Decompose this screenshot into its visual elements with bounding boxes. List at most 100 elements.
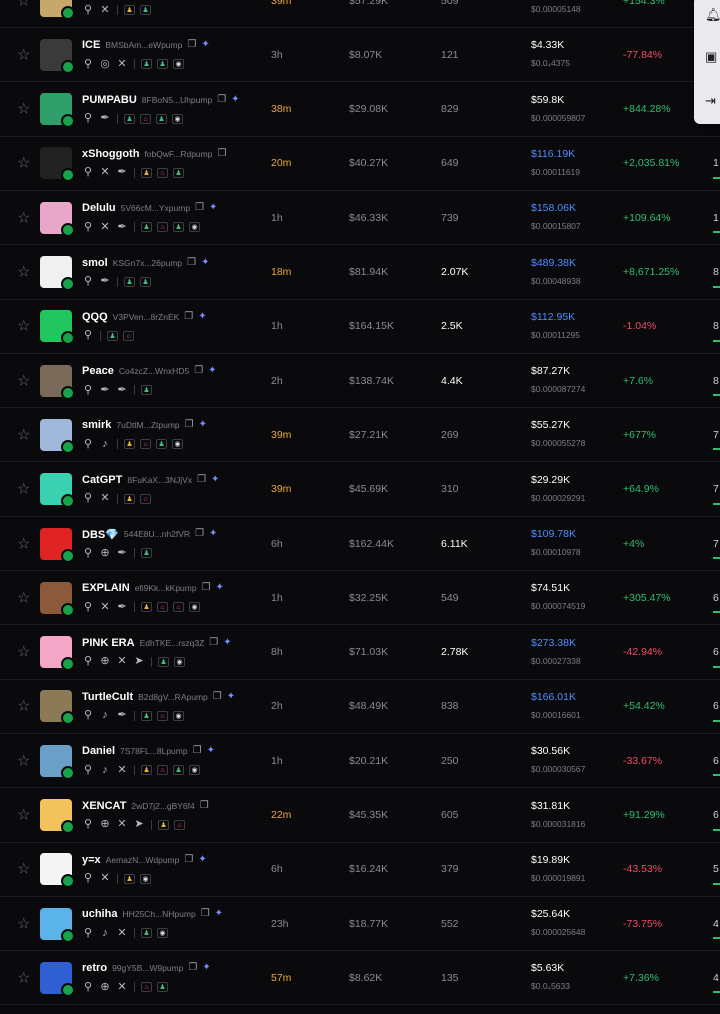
holder-stat-icon[interactable]: ♟ <box>141 548 152 558</box>
dev-holding-icon[interactable]: ♟ <box>124 493 135 504</box>
sparkle-icon[interactable]: ✦ <box>231 94 239 105</box>
bundle-icon[interactable]: ◉ <box>189 765 200 776</box>
dev-holding-icon[interactable]: ♟ <box>124 873 135 884</box>
sparkle-icon[interactable]: ✦ <box>215 909 223 919</box>
copy-address-icon[interactable]: ❐ <box>184 854 193 865</box>
favorite-star-icon[interactable]: ☆ <box>17 916 30 931</box>
feather-icon[interactable]: ✒ <box>99 276 111 287</box>
holder-stat-icon[interactable]: ♟ <box>141 710 152 721</box>
logout-icon[interactable]: ⇥ <box>705 94 716 107</box>
token-name[interactable]: QQQ <box>82 311 108 323</box>
feather-icon[interactable]: ✒ <box>99 113 111 124</box>
token-name[interactable]: Daniel <box>82 745 115 757</box>
x-logo-icon[interactable]: ✕ <box>99 4 111 16</box>
search-icon[interactable]: ⚲ <box>82 58 94 70</box>
telegram-icon[interactable]: ➤ <box>133 819 145 830</box>
snipers-icon[interactable]: ⌂ <box>140 113 151 124</box>
x-logo-icon[interactable]: ✕ <box>99 221 111 233</box>
favorite-star-icon[interactable]: ☆ <box>17 47 30 62</box>
snipers-icon[interactable]: ⌂ <box>140 439 151 450</box>
holder-stat-icon[interactable]: ♟ <box>158 656 169 667</box>
x-logo-icon[interactable]: ✕ <box>116 656 128 667</box>
holder-stat-icon[interactable]: ♟ <box>173 765 184 776</box>
search-icon[interactable]: ⚲ <box>82 221 94 233</box>
token-avatar[interactable] <box>40 93 75 129</box>
search-icon[interactable]: ⚲ <box>82 873 94 884</box>
token-row[interactable]: ☆ Daniel 7S78FL...8Lpump ❐ ✦ ⚲ ♪ ✕ ♟ ⌂ ♟ ◉ 1h $20.21K… <box>0 734 720 789</box>
token-avatar[interactable] <box>40 581 75 617</box>
snipers-icon[interactable]: ⌂ <box>174 819 185 830</box>
x-logo-icon[interactable]: ✕ <box>116 981 128 993</box>
sparkle-icon[interactable]: ✦ <box>201 40 209 50</box>
search-icon[interactable]: ⚲ <box>82 819 94 830</box>
token-name[interactable]: uchiha <box>82 908 117 920</box>
holder-stat-icon[interactable]: ♟ <box>141 59 152 70</box>
feather-icon[interactable]: ✒ <box>116 710 128 721</box>
token-name[interactable]: smirk <box>82 419 111 431</box>
copy-address-icon[interactable]: ❐ <box>193 746 202 756</box>
token-name[interactable]: DBS💎 <box>82 528 119 541</box>
token-row[interactable]: ☆ uchiha HH25Ch...NHpump ❐ ✦ ⚲ ♪ ✕ ♟ ◉ 23h $18.77K 5… <box>0 897 720 952</box>
token-row[interactable]: ☆MOANER3wyUs5...QUUUUS❐✦⚲✕♟♟39m$57.29K50… <box>0 0 720 28</box>
token-name[interactable]: TurtleCult <box>82 691 133 703</box>
token-avatar[interactable] <box>40 147 75 183</box>
holder-stat-icon[interactable]: ♟ <box>157 59 168 70</box>
token-avatar[interactable] <box>40 201 75 237</box>
copy-address-icon[interactable]: ❐ <box>202 583 211 593</box>
bundle-icon[interactable]: ◉ <box>172 113 183 124</box>
favorite-star-icon[interactable]: ☆ <box>17 808 30 823</box>
holder-stat-icon[interactable]: ♟ <box>124 113 135 124</box>
search-icon[interactable]: ⚲ <box>82 601 94 613</box>
search-icon[interactable]: ⚲ <box>82 113 94 124</box>
wallet-icon[interactable]: ▣ <box>705 50 717 63</box>
holder-stat-icon[interactable]: ♟ <box>107 330 118 341</box>
snipers-icon[interactable]: ⌂ <box>140 493 151 504</box>
favorite-star-icon[interactable]: ☆ <box>17 265 30 280</box>
token-row[interactable]: ☆ Peace Co4zcZ...WnxHD5 ❐ ✦ ⚲ ✒ ✒ ♟ 2h $138.74K 4.4… <box>0 354 720 409</box>
sparkle-icon[interactable]: ✦ <box>199 420 207 430</box>
feather-icon[interactable]: ✒ <box>116 601 128 613</box>
token-name[interactable]: xShoggoth <box>82 148 139 160</box>
dev-holding-icon[interactable]: ♟ <box>124 5 135 15</box>
snipers-icon[interactable]: ⌂ <box>157 167 168 178</box>
sparkle-icon[interactable]: ✦ <box>201 257 209 268</box>
search-icon[interactable]: ⚲ <box>82 276 94 287</box>
instagram-icon[interactable]: ◎ <box>99 58 111 70</box>
favorite-star-icon[interactable]: ☆ <box>17 862 30 877</box>
token-row[interactable]: ☆ smol KSGn7x...26pump ❐ ✦ ⚲ ✒ ♟ ♟ 18m $81.94K 2.07… <box>0 246 720 300</box>
search-icon[interactable]: ⚲ <box>82 710 94 721</box>
bundle-icon[interactable]: ◉ <box>173 710 184 721</box>
sparkle-icon[interactable]: ✦ <box>208 366 216 376</box>
token-row[interactable]: ☆ TurtleCult B2d8gV...RApump ❐ ✦ ⚲ ♪ ✒ ♟ ⌂ ◉ 2h $48.… <box>0 680 720 734</box>
favorite-star-icon[interactable]: ☆ <box>17 753 30 768</box>
search-icon[interactable]: ⚲ <box>82 927 94 939</box>
sparkle-icon[interactable]: ✦ <box>202 963 210 973</box>
favorite-star-icon[interactable]: ☆ <box>17 536 30 551</box>
bundle-icon[interactable]: ◉ <box>172 439 183 450</box>
copy-address-icon[interactable]: ❐ <box>213 691 222 702</box>
holder-stat-icon[interactable]: ♟ <box>156 113 167 124</box>
snipers-icon[interactable]: ⌂ <box>173 602 184 613</box>
favorite-star-icon[interactable]: ☆ <box>17 699 30 714</box>
token-row[interactable]: ☆ retro 99gY5B...W9pump ❐ ✦ ⚲ ⊕ ✕ ⌂ ♟ 57m $8.62K 135… <box>0 951 720 1006</box>
holder-stat-icon[interactable]: ♟ <box>173 167 184 178</box>
sparkle-icon[interactable]: ✦ <box>209 203 217 213</box>
token-name[interactable]: y=x <box>82 854 101 866</box>
copy-address-icon[interactable]: ❐ <box>217 148 226 159</box>
globe-icon[interactable]: ⊕ <box>99 656 111 667</box>
holder-stat-icon[interactable]: ♟ <box>173 222 184 233</box>
search-icon[interactable]: ⚲ <box>82 493 94 504</box>
sparkle-icon[interactable]: ✦ <box>223 637 231 648</box>
globe-icon[interactable]: ⊕ <box>99 981 111 993</box>
holder-stat-icon[interactable]: ♟ <box>156 439 167 450</box>
globe-icon[interactable]: ⊕ <box>99 547 111 559</box>
snipers-icon[interactable]: ⌂ <box>157 710 168 721</box>
bundle-icon[interactable]: ◉ <box>173 59 184 70</box>
token-avatar[interactable] <box>40 853 75 889</box>
copy-address-icon[interactable]: ❐ <box>209 637 218 648</box>
dev-holding-icon[interactable]: ♟ <box>141 167 152 178</box>
favorite-star-icon[interactable]: ☆ <box>17 210 30 225</box>
copy-address-icon[interactable]: ❐ <box>201 909 210 919</box>
sparkle-icon[interactable]: ✦ <box>216 583 224 593</box>
token-avatar[interactable] <box>40 38 75 74</box>
